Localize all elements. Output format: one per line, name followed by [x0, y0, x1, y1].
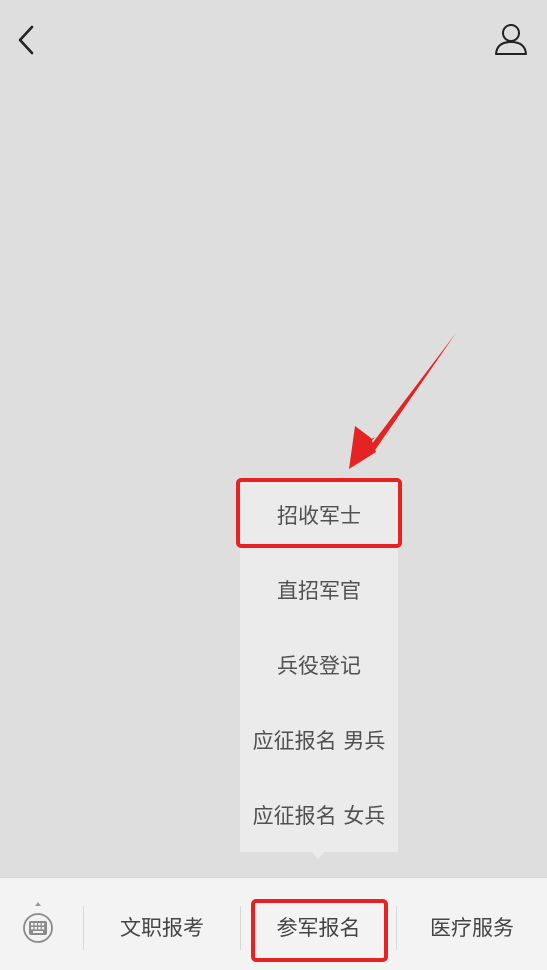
keyboard-toggle-button[interactable]: [20, 902, 56, 948]
user-icon: [495, 24, 527, 55]
menu-item-military-registration[interactable]: 兵役登记: [240, 627, 398, 702]
back-button[interactable]: [12, 20, 48, 60]
keyboard-icon: [23, 902, 53, 943]
menu-item-recruit-sergeant[interactable]: 招收军士: [240, 478, 398, 552]
popup-caret: [311, 851, 325, 859]
chevron-left-icon: [18, 25, 34, 55]
popup-submenu: 招收军士 直招军官 兵役登记 应征报名 男兵 应征报名 女兵: [240, 478, 398, 852]
top-bar: [0, 0, 547, 80]
menu-item-direct-officer[interactable]: 直招军官: [240, 552, 398, 627]
tab-medical-service[interactable]: 医疗服务: [397, 898, 547, 956]
bottom-menu-bar: 文职报考 参军报名 医疗服务: [0, 877, 547, 970]
tab-civilian-exam[interactable]: 文职报考: [84, 898, 240, 956]
menu-item-enlist-male[interactable]: 应征报名 男兵: [240, 702, 398, 777]
tab-enlist-signup[interactable]: 参军报名: [241, 898, 396, 956]
profile-button[interactable]: [493, 20, 529, 60]
menu-item-enlist-female[interactable]: 应征报名 女兵: [240, 777, 398, 852]
